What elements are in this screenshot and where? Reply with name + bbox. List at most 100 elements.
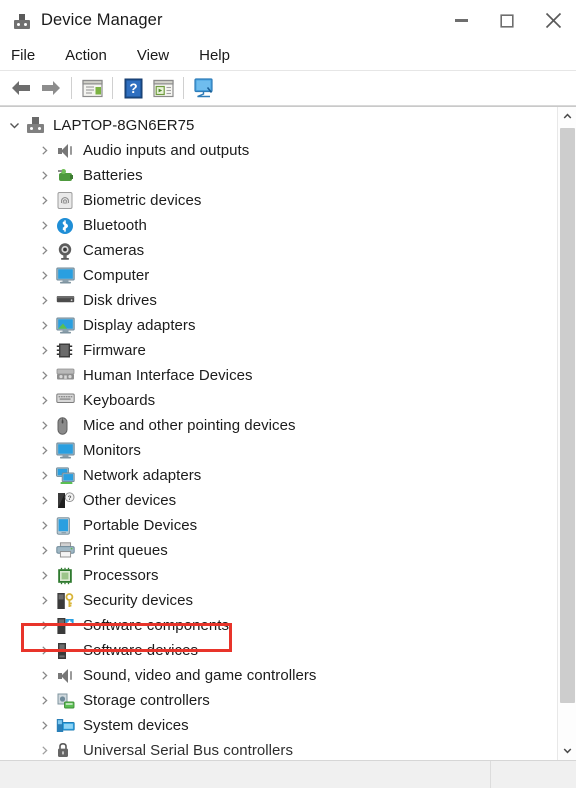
close-button[interactable] [530, 0, 576, 41]
tree-item-keyboards[interactable]: Keyboards [0, 388, 557, 413]
chevron-right-icon[interactable] [36, 618, 52, 634]
chevron-right-icon[interactable] [36, 718, 52, 734]
tree-item-firmware[interactable]: Firmware [0, 338, 557, 363]
tree-item-disk-drives[interactable]: Disk drives [0, 288, 557, 313]
tree-item-computer[interactable]: Computer [0, 263, 557, 288]
chevron-right-icon[interactable] [36, 168, 52, 184]
firmware-icon [56, 342, 76, 360]
menu-file[interactable]: File [11, 41, 48, 71]
tree-item-monitors[interactable]: Monitors [0, 438, 557, 463]
chevron-right-icon[interactable] [36, 418, 52, 434]
scroll-up-button[interactable] [557, 107, 576, 126]
chevron-right-icon[interactable] [36, 143, 52, 159]
tree-item-biometric-devices[interactable]: Biometric devices [0, 188, 557, 213]
tree-root-label: LAPTOP-8GN6ER75 [53, 117, 195, 134]
chevron-right-icon[interactable] [36, 393, 52, 409]
computer-root-icon [26, 116, 46, 135]
tree-item-security-devices[interactable]: Security devices [0, 588, 557, 613]
speaker-icon [56, 667, 76, 685]
chevron-right-icon[interactable] [36, 543, 52, 559]
maximize-button[interactable] [484, 0, 530, 41]
chevron-right-icon[interactable] [36, 218, 52, 234]
chevron-right-icon[interactable] [36, 268, 52, 284]
chevron-right-icon[interactable] [36, 568, 52, 584]
forward-button[interactable] [36, 74, 66, 102]
tree-item-human-interface-devices[interactable]: Human Interface Devices [0, 363, 557, 388]
chevron-right-icon[interactable] [36, 643, 52, 659]
tree-item-label: Computer [83, 267, 150, 284]
hid-icon [56, 367, 76, 385]
tree-item-cameras[interactable]: Cameras [0, 238, 557, 263]
menu-help[interactable]: Help [199, 41, 243, 71]
tree-item-label: Other devices [83, 492, 177, 509]
update-driver-button[interactable] [148, 74, 178, 102]
chevron-down-icon[interactable] [6, 118, 22, 134]
tree-item-software-devices[interactable]: Software devices [0, 638, 557, 663]
tree-item-batteries[interactable]: Batteries [0, 163, 557, 188]
toolbar: ? [0, 71, 576, 106]
update-driver-icon [152, 79, 174, 97]
tree-item-universal-serial-bus-controllers[interactable]: Universal Serial Bus controllers [0, 738, 557, 760]
scan-hardware-button[interactable] [189, 74, 219, 102]
tree-item-software-components[interactable]: Software components [0, 613, 557, 638]
device-manager-window: Device Manager File Action View Help ? L… [0, 0, 576, 788]
tree-item-label: Security devices [83, 592, 194, 609]
chevron-right-icon[interactable] [36, 368, 52, 384]
tree-item-label: Processors [83, 567, 159, 584]
chevron-right-icon[interactable] [36, 518, 52, 534]
display-adapter-icon [56, 317, 76, 335]
tree-root-node[interactable]: LAPTOP-8GN6ER75 [0, 113, 557, 138]
close-icon [545, 12, 561, 29]
tree-item-label: System devices [83, 717, 189, 734]
chevron-right-icon[interactable] [36, 243, 52, 259]
device-tree[interactable]: LAPTOP-8GN6ER75 Audio inputs and outputs [0, 107, 557, 760]
toolbar-separator-1 [71, 77, 72, 99]
properties-button[interactable] [77, 74, 107, 102]
tree-item-audio-inputs-and-outputs[interactable]: Audio inputs and outputs [0, 138, 557, 163]
scroll-down-arrow [563, 748, 571, 754]
chevron-right-icon[interactable] [36, 668, 52, 684]
tree-item-storage-controllers[interactable]: Storage controllers [0, 688, 557, 713]
chevron-right-icon[interactable] [36, 493, 52, 509]
menu-action[interactable]: Action [65, 41, 120, 71]
tree-item-other-devices[interactable]: ? Other devices [0, 488, 557, 513]
scrollbar-track[interactable] [557, 126, 576, 741]
chevron-right-icon[interactable] [36, 743, 52, 759]
chevron-right-icon[interactable] [36, 593, 52, 609]
bluetooth-icon [56, 217, 76, 235]
tree-item-portable-devices[interactable]: Portable Devices [0, 513, 557, 538]
other-devices-icon: ? [56, 491, 76, 510]
tree-item-label: Mice and other pointing devices [83, 417, 296, 434]
back-button[interactable] [6, 74, 36, 102]
chevron-right-icon[interactable] [36, 343, 52, 359]
tree-item-network-adapters[interactable]: Network adapters [0, 463, 557, 488]
tree-item-print-queues[interactable]: Print queues [0, 538, 557, 563]
help-button[interactable]: ? [118, 74, 148, 102]
scroll-down-button[interactable] [557, 741, 576, 760]
fingerprint-icon [56, 191, 76, 210]
camera-icon [56, 242, 76, 260]
tree-item-system-devices[interactable]: System devices [0, 713, 557, 738]
tree-item-display-adapters[interactable]: Display adapters [0, 313, 557, 338]
vertical-scrollbar[interactable] [557, 107, 576, 760]
scan-hardware-icon [193, 78, 213, 98]
chevron-right-icon[interactable] [36, 318, 52, 334]
chevron-right-icon[interactable] [36, 193, 52, 209]
minimize-button[interactable] [438, 0, 484, 41]
tree-item-sound-video-and-game-controllers[interactable]: Sound, video and game controllers [0, 663, 557, 688]
chevron-right-icon[interactable] [36, 293, 52, 309]
system-device-icon [56, 717, 76, 735]
menu-view[interactable]: View [137, 41, 182, 71]
security-device-icon [56, 592, 76, 610]
tree-item-mice-and-other-pointing-devices[interactable]: Mice and other pointing devices [0, 413, 557, 438]
tree-item-processors[interactable]: Processors [0, 563, 557, 588]
tree-item-label: Software components [83, 617, 230, 634]
scrollbar-thumb[interactable] [559, 128, 575, 703]
scroll-up-arrow [563, 113, 571, 119]
chevron-right-icon[interactable] [36, 693, 52, 709]
tree-item-label: Keyboards [83, 392, 156, 409]
chevron-right-icon[interactable] [36, 468, 52, 484]
tree-item-bluetooth[interactable]: Bluetooth [0, 213, 557, 238]
tree-item-label: Storage controllers [83, 692, 210, 709]
chevron-right-icon[interactable] [36, 443, 52, 459]
